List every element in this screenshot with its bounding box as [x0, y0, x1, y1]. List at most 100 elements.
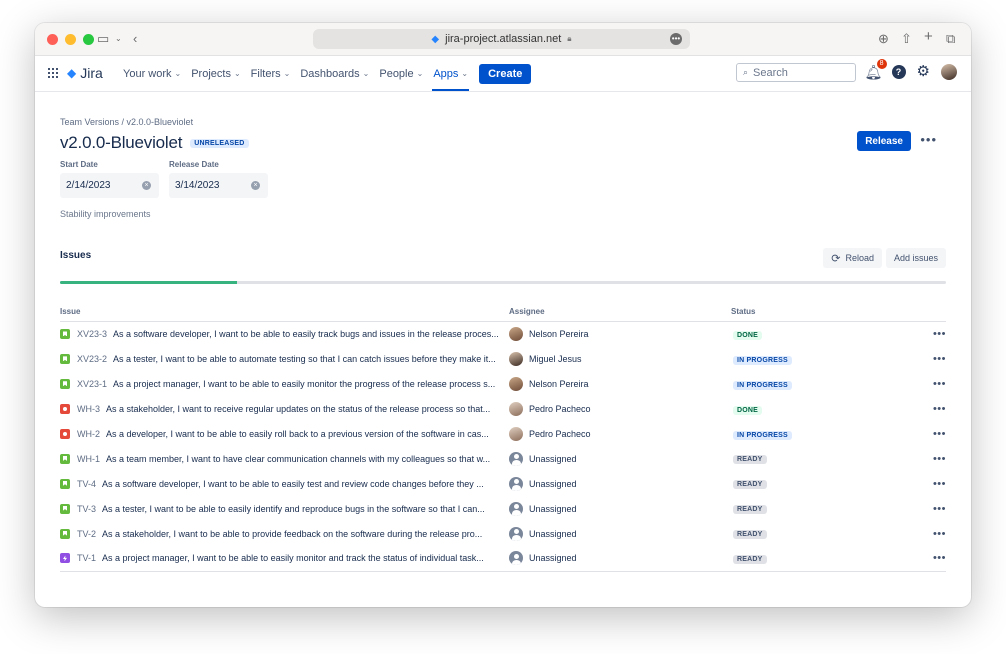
release-date-field[interactable]: 3/14/2023 × [169, 173, 268, 198]
nav-projects[interactable]: Projects ⌄ [186, 56, 245, 91]
assignee-cell[interactable]: Unassigned [509, 526, 731, 541]
issue-summary[interactable]: As a team member, I want to have clear c… [106, 454, 490, 464]
start-date-label: Start Date [60, 160, 98, 169]
assignee-cell[interactable]: Miguel Jesus [509, 352, 731, 367]
status-badge[interactable]: IN PROGRESS [733, 430, 792, 440]
start-date-field[interactable]: 2/14/2023 × [60, 173, 159, 198]
assignee-cell[interactable]: Nelson Pereira [509, 327, 731, 342]
assignee-avatar [509, 451, 523, 466]
issue-summary[interactable]: As a stakeholder, I want to receive regu… [106, 404, 490, 414]
profile-avatar[interactable] [941, 64, 957, 80]
issue-summary[interactable]: As a tester, I want to be able to easily… [102, 504, 485, 514]
status-badge[interactable]: IN PROGRESS [733, 380, 792, 390]
clear-icon[interactable]: × [142, 181, 151, 190]
issue-summary[interactable]: As a tester, I want to be able to automa… [113, 354, 496, 364]
status-badge[interactable]: DONE [733, 405, 763, 415]
row-actions-icon[interactable]: ••• [926, 328, 946, 340]
table-row[interactable]: TV-1 As a project manager, I want to be a… [60, 546, 946, 571]
issue-summary[interactable]: As a software developer, I want to be ab… [113, 329, 499, 339]
download-icon[interactable]: ⊕ [878, 31, 889, 47]
nav-your-work[interactable]: Your work ⌄ [118, 56, 186, 91]
status-badge[interactable]: READY [733, 455, 767, 465]
more-actions-icon[interactable]: ••• [920, 132, 937, 147]
issue-key[interactable]: XV23-2 [77, 354, 107, 364]
nav-filters[interactable]: Filters ⌄ [246, 56, 296, 91]
nav-people[interactable]: People ⌄ [374, 56, 428, 91]
row-actions-icon[interactable]: ••• [926, 378, 946, 390]
table-row[interactable]: TV-4 As a software developer, I want to b… [60, 471, 946, 496]
assignee-name: Unassigned [529, 553, 577, 564]
issue-key[interactable]: WH-2 [77, 429, 100, 439]
issue-summary[interactable]: As a stakeholder, I want to be able to p… [102, 529, 482, 539]
issue-summary[interactable]: As a project manager, I want to be able … [102, 553, 484, 563]
assignee-cell[interactable]: Unassigned [509, 551, 731, 566]
help-icon[interactable]: ? [891, 65, 906, 79]
issue-key[interactable]: WH-1 [77, 454, 100, 464]
assignee-cell[interactable]: Nelson Pereira [509, 377, 731, 392]
row-actions-icon[interactable]: ••• [926, 478, 946, 490]
nav-dashboards[interactable]: Dashboards ⌄ [295, 56, 374, 91]
issue-key[interactable]: TV-3 [77, 504, 96, 514]
assignee-cell[interactable]: Pedro Pacheco [509, 427, 731, 441]
row-actions-icon[interactable]: ••• [926, 528, 946, 540]
issue-summary[interactable]: As a software developer, I want to be ab… [102, 479, 484, 489]
row-actions-icon[interactable]: ••• [926, 503, 946, 515]
assignee-cell[interactable]: Unassigned [509, 501, 731, 516]
table-row[interactable]: TV-3 As a tester, I want to be able to ea… [60, 496, 946, 521]
status-badge[interactable]: IN PROGRESS [733, 355, 792, 365]
notifications-button[interactable]: 🔔︎ 8 [865, 59, 887, 80]
row-actions-icon[interactable]: ••• [926, 403, 946, 415]
assignee-cell[interactable]: Pedro Pacheco [509, 402, 731, 417]
release-button[interactable]: Release [857, 131, 911, 151]
issue-key[interactable]: TV-2 [77, 529, 96, 539]
app-switcher-icon[interactable] [48, 68, 58, 78]
status-badge[interactable]: READY [733, 554, 767, 564]
breadcrumb[interactable]: Team Versions / v2.0.0-Blueviolet [60, 117, 193, 127]
row-actions-icon[interactable]: ••• [926, 428, 946, 440]
search-input[interactable]: ⌕ Search [736, 63, 856, 82]
add-issues-button[interactable]: Add issues [885, 248, 946, 268]
issue-key[interactable]: TV-4 [77, 479, 96, 489]
table-row[interactable]: TV-2 As a stakeholder, I want to be able … [60, 521, 946, 546]
table-row[interactable]: WH-3 As a stakeholder, I want to receive … [60, 397, 946, 422]
table-row[interactable]: WH-1 As a team member, I want to have cle… [60, 446, 946, 471]
row-actions-icon[interactable]: ••• [926, 353, 946, 365]
share-icon[interactable]: ⇧ [901, 31, 912, 47]
issue-summary[interactable]: As a project manager, I want to be able … [113, 379, 495, 389]
sidebar-toggle-icon[interactable]: ▭ [97, 31, 109, 47]
version-description[interactable]: Stability improvements [60, 209, 151, 219]
issue-key[interactable]: TV-1 [77, 553, 96, 563]
issue-summary[interactable]: As a developer, I want to be able to eas… [106, 429, 489, 439]
minimize-window-button[interactable] [65, 34, 76, 45]
clear-icon[interactable]: × [251, 181, 260, 190]
issue-key[interactable]: XV23-1 [77, 379, 107, 389]
issue-key[interactable]: WH-3 [77, 404, 100, 414]
page-menu-icon[interactable]: ••• [670, 33, 682, 45]
issues-heading: Issues [60, 250, 92, 261]
nav-apps[interactable]: Apps ⌄ [428, 56, 473, 91]
table-row[interactable]: XV23-2 As a tester, I want to be able to … [60, 347, 946, 372]
assignee-cell[interactable]: Unassigned [509, 451, 731, 466]
row-actions-icon[interactable]: ••• [926, 552, 946, 564]
reload-button[interactable]: ⟳ Reload [823, 248, 882, 268]
zoom-window-button[interactable] [83, 34, 94, 45]
create-button[interactable]: Create [479, 63, 532, 84]
tab-overview-icon[interactable]: ⧉ [946, 31, 955, 47]
close-window-button[interactable] [47, 34, 58, 45]
table-row[interactable]: XV23-3 As a software developer, I want to… [60, 322, 946, 347]
assignee-cell[interactable]: Unassigned [509, 476, 731, 491]
status-badge[interactable]: READY [733, 505, 767, 515]
issue-key[interactable]: XV23-3 [77, 329, 107, 339]
back-icon[interactable]: ‹ [133, 31, 137, 47]
status-badge[interactable]: READY [733, 480, 767, 490]
address-bar[interactable]: ◆ jira-project.atlassian.net 🔒︎ ••• [313, 29, 690, 49]
table-row[interactable]: XV23-1 As a project manager, I want to be… [60, 372, 946, 397]
chevron-down-icon[interactable]: ⌄ [115, 31, 122, 47]
status-badge[interactable]: READY [733, 530, 767, 540]
status-badge[interactable]: DONE [733, 330, 763, 340]
jira-logo[interactable]: ◆ Jira [67, 65, 103, 81]
row-actions-icon[interactable]: ••• [926, 453, 946, 465]
new-tab-icon[interactable]: + [924, 29, 933, 45]
table-row[interactable]: WH-2 As a developer, I want to be able to… [60, 422, 946, 447]
gear-icon[interactable]: ⚙ [917, 64, 930, 80]
